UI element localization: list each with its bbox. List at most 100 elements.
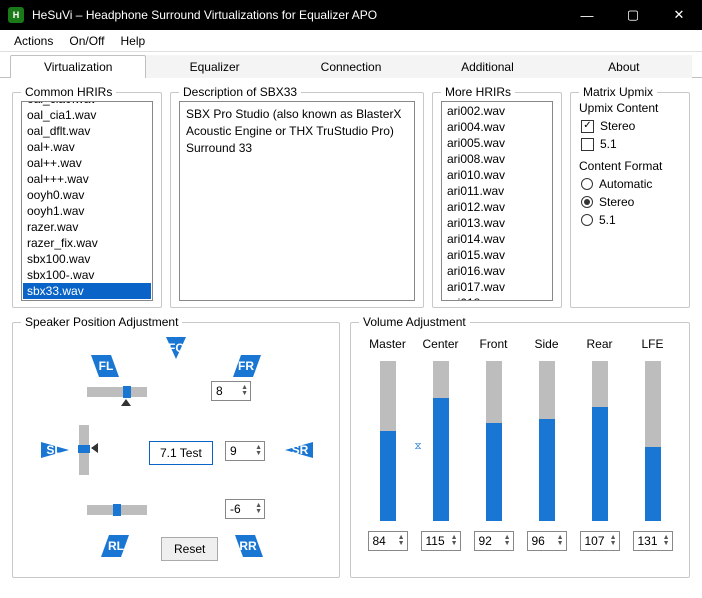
speaker-sl-icon[interactable]: SL xyxy=(41,439,71,461)
volume-slider[interactable]: ⧖ xyxy=(433,361,449,521)
volume-label: Side xyxy=(534,337,558,353)
list-item[interactable]: ari014.wav xyxy=(443,231,551,247)
content-format-label: Content Format xyxy=(579,159,681,173)
more-hrirs-label: More HRIRs xyxy=(441,85,515,99)
common-hrirs-group: Common HRIRs oal_cia0.wavoal_cia1.wavoal… xyxy=(12,92,162,308)
volume-column: Side 96▲▼ xyxy=(522,337,571,551)
list-item[interactable]: ari011.wav xyxy=(443,183,551,199)
menu-bar: Actions On/Off Help xyxy=(0,30,702,52)
app-icon: H xyxy=(8,7,24,23)
volume-spinner[interactable]: 131▲▼ xyxy=(633,531,673,551)
list-item[interactable]: ari012.wav xyxy=(443,199,551,215)
volume-spinner[interactable]: 96▲▼ xyxy=(527,531,567,551)
more-hrirs-list[interactable]: ari002.wavari004.wavari005.wavari008.wav… xyxy=(441,101,553,301)
volume-column: Center ⧖ 115▲▼ xyxy=(416,337,465,551)
description-group: Description of SBX33 SBX Pro Studio (als… xyxy=(170,92,424,308)
list-item[interactable]: oal+++.wav xyxy=(23,171,151,187)
list-item[interactable]: razer.wav xyxy=(23,219,151,235)
reset-button[interactable]: Reset xyxy=(161,537,218,561)
list-item[interactable]: oal+.wav xyxy=(23,139,151,155)
speaker-rl-icon[interactable]: RL xyxy=(101,535,131,557)
menu-actions[interactable]: Actions xyxy=(6,32,61,50)
tab-about[interactable]: About xyxy=(556,55,692,78)
list-item[interactable]: ooyh0.wav xyxy=(23,187,151,203)
volume-adjustment-group: Volume Adjustment Master84▲▼Center⧖115▲▼… xyxy=(350,322,690,578)
list-item[interactable]: ari005.wav xyxy=(443,135,551,151)
test-71-button[interactable]: 7.1 Test xyxy=(149,441,213,465)
speaker-sr-icon[interactable]: SR xyxy=(283,439,313,461)
tab-connection[interactable]: Connection xyxy=(283,55,419,78)
list-item[interactable]: ari010.wav xyxy=(443,167,551,183)
volume-slider[interactable] xyxy=(539,361,555,521)
rear-slider[interactable] xyxy=(87,505,147,515)
format-automatic-radio[interactable]: Automatic xyxy=(581,177,679,191)
tab-virtualization[interactable]: Virtualization xyxy=(10,55,146,78)
more-hrirs-group: More HRIRs ari002.wavari004.wavari005.wa… xyxy=(432,92,562,308)
list-item[interactable]: sbx100-.wav xyxy=(23,267,151,283)
tab-additional[interactable]: Additional xyxy=(419,55,555,78)
title-bar: H HeSuVi – Headphone Surround Virtualiza… xyxy=(0,0,702,30)
front-slider[interactable] xyxy=(87,387,147,397)
description-text: SBX Pro Studio (also known as BlasterX A… xyxy=(179,101,415,301)
minimize-button[interactable]: — xyxy=(564,0,610,30)
list-item[interactable]: ari002.wav xyxy=(443,103,551,119)
volume-column: Master 84▲▼ xyxy=(363,337,412,551)
volume-spinner[interactable]: 115▲▼ xyxy=(421,531,461,551)
tab-equalizer[interactable]: Equalizer xyxy=(146,55,282,78)
list-item[interactable]: ari004.wav xyxy=(443,119,551,135)
matrix-upmix-group: Matrix Upmix Upmix Content ✓Stereo 5.1 C… xyxy=(570,92,690,308)
volume-spinner[interactable]: 84▲▼ xyxy=(368,531,408,551)
common-hrirs-label: Common HRIRs xyxy=(21,85,116,99)
list-item[interactable]: ari018.wav xyxy=(443,295,551,301)
volume-slider[interactable] xyxy=(592,361,608,521)
close-button[interactable]: ✕ xyxy=(656,0,702,30)
description-label: Description of SBX33 xyxy=(179,85,301,99)
side-slider[interactable] xyxy=(79,425,89,475)
tab-strip: Virtualization Equalizer Connection Addi… xyxy=(0,54,702,78)
center-mark-icon: ⧖ xyxy=(415,441,422,452)
volume-label: Master xyxy=(369,337,406,353)
list-item[interactable]: razer_fix.wav xyxy=(23,235,151,251)
volume-column: Rear 107▲▼ xyxy=(575,337,624,551)
speaker-fl-icon[interactable]: FL xyxy=(91,355,121,377)
window-title: HeSuVi – Headphone Surround Virtualizati… xyxy=(32,8,564,22)
front-spinner[interactable]: 8▲▼ xyxy=(211,381,251,401)
volume-spinner[interactable]: 92▲▼ xyxy=(474,531,514,551)
side-spinner[interactable]: 9▲▼ xyxy=(225,441,265,461)
volume-label: Rear xyxy=(586,337,612,353)
volume-slider[interactable] xyxy=(645,361,661,521)
list-item[interactable]: sbx100.wav xyxy=(23,251,151,267)
volume-label: Front xyxy=(479,337,507,353)
list-item[interactable]: ari017.wav xyxy=(443,279,551,295)
common-hrirs-list[interactable]: oal_cia0.wavoal_cia1.wavoal_dflt.wavoal+… xyxy=(21,101,153,301)
speaker-fr-icon[interactable]: FR xyxy=(231,355,261,377)
list-item[interactable]: ari013.wav xyxy=(443,215,551,231)
upmix-content-label: Upmix Content xyxy=(579,101,681,115)
list-item[interactable]: ari008.wav xyxy=(443,151,551,167)
volume-label: LFE xyxy=(641,337,663,353)
list-item[interactable]: oal_dflt.wav xyxy=(23,123,151,139)
menu-onoff[interactable]: On/Off xyxy=(61,32,112,50)
volume-spinner[interactable]: 107▲▼ xyxy=(580,531,620,551)
list-item[interactable]: ari015.wav xyxy=(443,247,551,263)
volume-slider[interactable] xyxy=(380,361,396,521)
speaker-fc-icon[interactable]: FC xyxy=(161,337,191,359)
volume-column: Front 92▲▼ xyxy=(469,337,518,551)
speaker-position-label: Speaker Position Adjustment xyxy=(21,315,182,329)
rear-spinner[interactable]: -6▲▼ xyxy=(225,499,265,519)
upmix-stereo-checkbox[interactable]: ✓Stereo xyxy=(581,119,679,133)
maximize-button[interactable]: ▢ xyxy=(610,0,656,30)
speaker-rr-icon[interactable]: RR xyxy=(233,535,263,557)
list-item[interactable]: ari016.wav xyxy=(443,263,551,279)
format-51-radio[interactable]: 5.1 xyxy=(581,213,679,227)
format-stereo-radio[interactable]: Stereo xyxy=(581,195,679,209)
list-item[interactable]: sbx33.wav xyxy=(23,283,151,299)
list-item[interactable]: oal++.wav xyxy=(23,155,151,171)
volume-column: LFE 131▲▼ xyxy=(628,337,677,551)
upmix-51-checkbox[interactable]: 5.1 xyxy=(581,137,679,151)
volume-slider[interactable] xyxy=(486,361,502,521)
volume-label: Center xyxy=(422,337,458,353)
list-item[interactable]: oal_cia1.wav xyxy=(23,107,151,123)
list-item[interactable]: ooyh1.wav xyxy=(23,203,151,219)
menu-help[interactable]: Help xyxy=(113,32,154,50)
